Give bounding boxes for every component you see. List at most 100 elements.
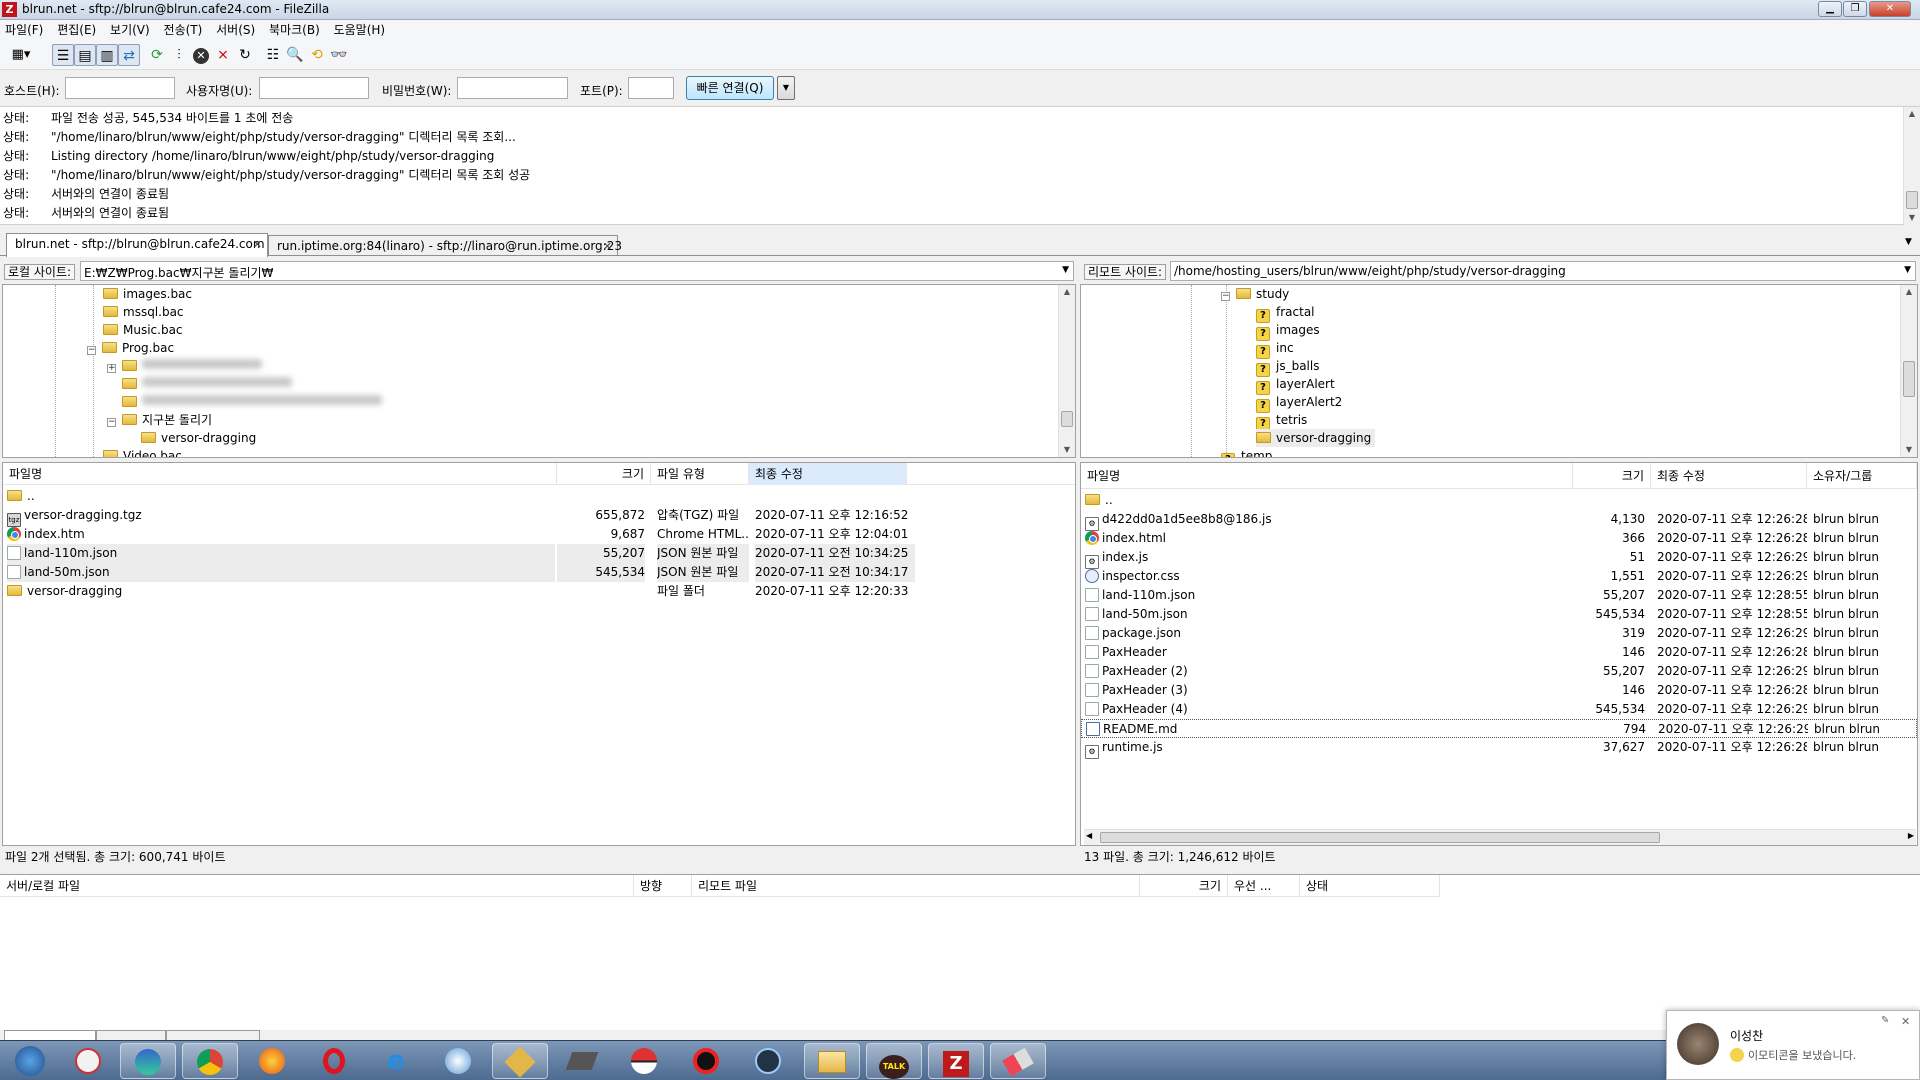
toggle-transfer-queue-icon[interactable]: ⇄	[118, 44, 140, 66]
remote-file-row[interactable]: PaxHeader (4) 545,534 2020-07-11 오후 12:26:…	[1081, 700, 1917, 719]
username-input[interactable]	[259, 77, 369, 99]
site-manager-icon[interactable]: ▦▾	[4, 44, 38, 66]
menu-bookmarks[interactable]: 북마크(B)	[264, 20, 325, 40]
col-owner[interactable]: 소유자/그룹	[1807, 463, 1917, 489]
col-server-local-file[interactable]: 서버/로컬 파일	[0, 875, 634, 897]
menu-file[interactable]: 파일(F)	[0, 20, 48, 40]
filezilla-taskbar-icon[interactable]: Z	[928, 1043, 984, 1079]
record-app-icon[interactable]	[678, 1043, 734, 1079]
remote-file-row[interactable]: ..	[1081, 491, 1917, 510]
local-file-row[interactable]: index.htm 9,687 Chrome HTML... 2020-07-11 오…	[3, 525, 1075, 544]
local-file-row[interactable]: ..	[3, 487, 1075, 506]
safari-icon[interactable]	[430, 1043, 486, 1079]
remote-file-row[interactable]: ⚙ runtime.js 37,627 2020-07-11 오후 12:26:28 b…	[1081, 738, 1917, 759]
tree-node[interactable]: ? layerAlert	[1256, 375, 1335, 395]
col-remote-file[interactable]: 리모트 파일	[692, 875, 1140, 897]
collapse-icon[interactable]: −	[1221, 292, 1230, 301]
queue-tab-pending[interactable]	[4, 1030, 96, 1040]
close-button[interactable]: ✕	[1869, 1, 1911, 17]
col-modified[interactable]: 최종 수정	[1651, 463, 1807, 489]
col-size[interactable]: 크기	[1140, 875, 1228, 897]
tree-node-blurred[interactable]	[122, 375, 292, 393]
opera-icon[interactable]	[306, 1043, 362, 1079]
tab-close-icon[interactable]: ✕	[603, 240, 612, 253]
pin-icon[interactable]: ✎	[1881, 1015, 1889, 1026]
close-icon[interactable]: ✕	[1901, 1015, 1910, 1028]
remote-file-row[interactable]: land-50m.json 545,534 2020-07-11 오후 12:28:…	[1081, 605, 1917, 624]
tree-node[interactable]: ? layerAlert2	[1256, 393, 1342, 413]
local-tree-scrollbar[interactable]: ▲ ▼	[1058, 285, 1075, 457]
internet-explorer-icon[interactable]: e	[368, 1043, 424, 1079]
col-filename[interactable]: 파일명	[1081, 463, 1573, 489]
remote-horizontal-scrollbar[interactable]: ◀ ▶	[1084, 829, 1916, 845]
toggle-remote-tree-icon[interactable]: ▥	[96, 44, 118, 66]
col-direction[interactable]: 방향	[634, 875, 692, 897]
firefox-icon[interactable]	[244, 1043, 300, 1079]
refresh-icon[interactable]: ⟳	[146, 44, 168, 66]
eraser-app-icon[interactable]	[990, 1043, 1046, 1079]
queue-tab-failed[interactable]	[96, 1030, 166, 1040]
col-modified[interactable]: 최종 수정	[749, 463, 907, 485]
col-filetype[interactable]: 파일 유형	[651, 463, 749, 485]
app-icon[interactable]	[740, 1043, 796, 1079]
log-scrollbar[interactable]: ▲ ▼	[1903, 107, 1920, 225]
tree-node[interactable]: − 지구본 돌리기	[107, 411, 212, 429]
tab-run-iptime[interactable]: run.iptime.org:84(linaro) - sftp://linar…	[268, 235, 622, 256]
notification-toast[interactable]: 이성찬 이모티콘을 보냈습니다. ✎ ✕	[1666, 1010, 1920, 1080]
tree-node[interactable]: ? js_balls	[1256, 357, 1319, 377]
local-file-row[interactable]: land-50m.json 545,534 JSON 원본 파일 2020-07-11…	[3, 563, 1075, 582]
reconnect-icon[interactable]: ↻	[234, 44, 256, 66]
local-path-input[interactable]: E:₩Z₩Prog.bac₩지구본 돌리기₩ ▼	[80, 261, 1074, 281]
tree-node[interactable]: − Prog.bac	[87, 339, 174, 357]
expand-icon[interactable]: +	[107, 364, 116, 373]
remote-file-row[interactable]: PaxHeader (2) 55,207 2020-07-11 오후 12:26:2…	[1081, 662, 1917, 681]
local-file-row[interactable]: tgz versor-dragging.tgz 655,872 압축(TGZ) 파일 2…	[3, 506, 1075, 527]
minimize-button[interactable]: ▁	[1818, 1, 1842, 17]
menu-edit[interactable]: 편집(E)	[52, 20, 101, 40]
col-filename[interactable]: 파일명	[3, 463, 557, 485]
kakaotalk-icon[interactable]: TALK	[866, 1043, 922, 1079]
col-size[interactable]: 크기	[557, 463, 651, 485]
tree-node[interactable]: Video.bac	[103, 447, 182, 457]
process-queue-icon[interactable]: ⫶	[168, 44, 190, 66]
tree-node[interactable]: ? tetris	[1256, 411, 1307, 431]
local-file-row[interactable]: land-110m.json 55,207 JSON 원본 파일 2020-07-11…	[3, 544, 1075, 563]
chrome-icon[interactable]	[182, 1043, 238, 1079]
tab-blrun[interactable]: blrun.net - sftp://blrun@blrun.cafe24.co…	[6, 233, 268, 257]
tab-list-dropdown-icon[interactable]: ▼	[1905, 237, 1912, 247]
remote-file-row[interactable]: ⚙ index.js 51 2020-07-11 오후 12:26:29 blrun b…	[1081, 548, 1917, 569]
tree-node[interactable]: − study	[1221, 285, 1289, 303]
password-input[interactable]	[457, 77, 568, 99]
tree-node-selected[interactable]: versor-dragging	[1256, 429, 1376, 447]
sync-browsing-icon[interactable]: ⟲	[306, 44, 328, 66]
tree-node[interactable]: ? images	[1256, 321, 1320, 341]
col-status[interactable]: 상태	[1300, 875, 1440, 897]
quickconnect-dropdown-icon[interactable]: ▼	[777, 76, 795, 100]
menu-transfer[interactable]: 전송(T)	[159, 20, 208, 40]
tree-node[interactable]: ? fractal	[1256, 303, 1315, 323]
disconnect-icon[interactable]: ⨯	[212, 44, 234, 66]
col-priority[interactable]: 우선 ...	[1228, 875, 1300, 897]
book-app-icon[interactable]	[554, 1043, 610, 1079]
menu-view[interactable]: 보기(V)	[105, 20, 155, 40]
tree-node[interactable]: ? inc	[1256, 339, 1294, 359]
tree-node[interactable]: ?temp	[1221, 447, 1272, 457]
remote-file-row[interactable]: PaxHeader 146 2020-07-11 오후 12:26:28 blrun …	[1081, 643, 1917, 662]
tree-node[interactable]: images.bac	[103, 285, 192, 303]
collapse-icon[interactable]: −	[107, 418, 116, 427]
menu-server[interactable]: 서버(S)	[211, 20, 260, 40]
start-button[interactable]	[2, 1043, 58, 1079]
remote-file-row[interactable]: ⚙ d422dd0a1d5ee8b8@186.js 4,130 2020-07-11 …	[1081, 510, 1917, 531]
menu-help[interactable]: 도움말(H)	[329, 20, 391, 40]
remote-file-row[interactable]: land-110m.json 55,207 2020-07-11 오후 12:28:…	[1081, 586, 1917, 605]
remote-file-row[interactable]: package.json 319 2020-07-11 오후 12:26:29 blr…	[1081, 624, 1917, 643]
file-explorer-icon[interactable]	[804, 1043, 860, 1079]
search-icon[interactable]: 🔍	[284, 44, 306, 66]
edge-icon[interactable]	[120, 1043, 176, 1079]
tree-node[interactable]: mssql.bac	[103, 303, 184, 321]
port-input[interactable]	[628, 77, 674, 99]
queue-tab-successful[interactable]	[166, 1030, 260, 1040]
host-input[interactable]	[65, 77, 175, 99]
toggle-local-tree-icon[interactable]: ▤	[74, 44, 96, 66]
col-size[interactable]: 크기	[1573, 463, 1651, 489]
